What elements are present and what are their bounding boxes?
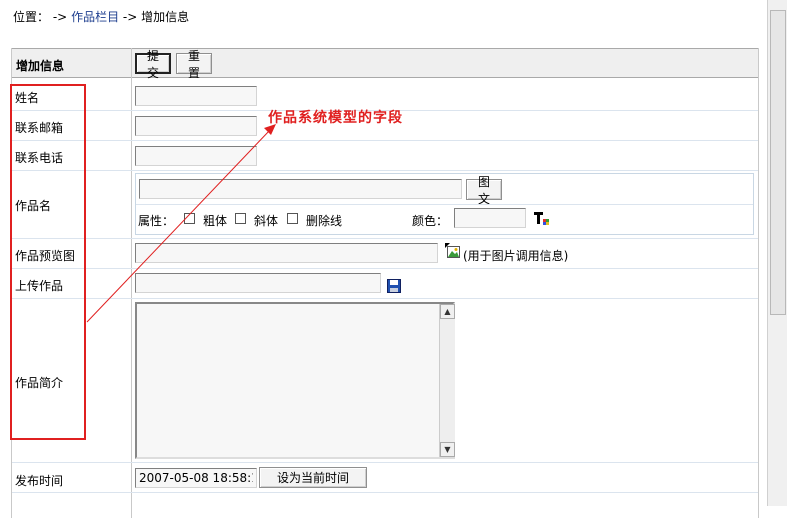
- annotation-text: 作品系统模型的字段: [268, 110, 403, 126]
- page-scrollbar[interactable]: [767, 0, 787, 506]
- page-scroll-thumb[interactable]: [770, 10, 786, 315]
- annotation-arrow: [86, 124, 276, 323]
